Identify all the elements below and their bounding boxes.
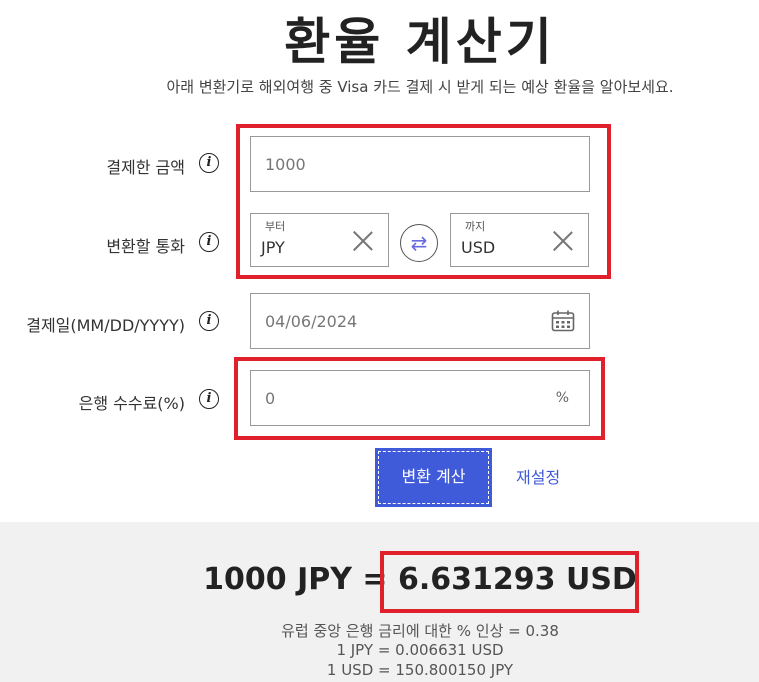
convert-button[interactable]: 변환 계산 — [375, 448, 492, 507]
date-value: 04/06/2024 — [265, 312, 358, 331]
amount-info-icon[interactable]: i — [199, 153, 219, 173]
fee-label: 은행 수수료(%) — [78, 394, 185, 413]
result-amount-from: 1000 JPY = — [203, 562, 398, 597]
amount-label: 결제한 금액 — [106, 158, 185, 177]
highlight-box-result — [380, 551, 639, 613]
page-title: 환율 계산기 — [284, 13, 556, 71]
reset-link[interactable]: 재설정 — [516, 464, 560, 488]
highlight-box-fee — [234, 357, 605, 440]
fee-info-icon[interactable]: i — [199, 389, 219, 409]
date-input[interactable]: 04/06/2024 — [250, 293, 590, 349]
ecb-markup-line: 유럽 중앙 은행 금리에 대한 % 인상 = 0.38 — [281, 622, 559, 640]
calendar-icon[interactable] — [551, 310, 575, 332]
rate-line-2: 1 USD = 150.800150 JPY — [326, 661, 514, 679]
currency-info-icon[interactable]: i — [199, 232, 219, 252]
date-label: 결제일(MM/DD/YYYY) — [26, 316, 185, 335]
rate-line-1: 1 JPY = 0.006631 USD — [336, 641, 504, 659]
page-subtitle: 아래 변환기로 해외여행 중 Visa 카드 결제 시 받게 되는 예상 환율을… — [166, 78, 674, 96]
highlight-box-inputs — [236, 124, 611, 279]
date-info-icon[interactable]: i — [199, 311, 219, 331]
currency-label: 변환할 통화 — [106, 237, 185, 256]
